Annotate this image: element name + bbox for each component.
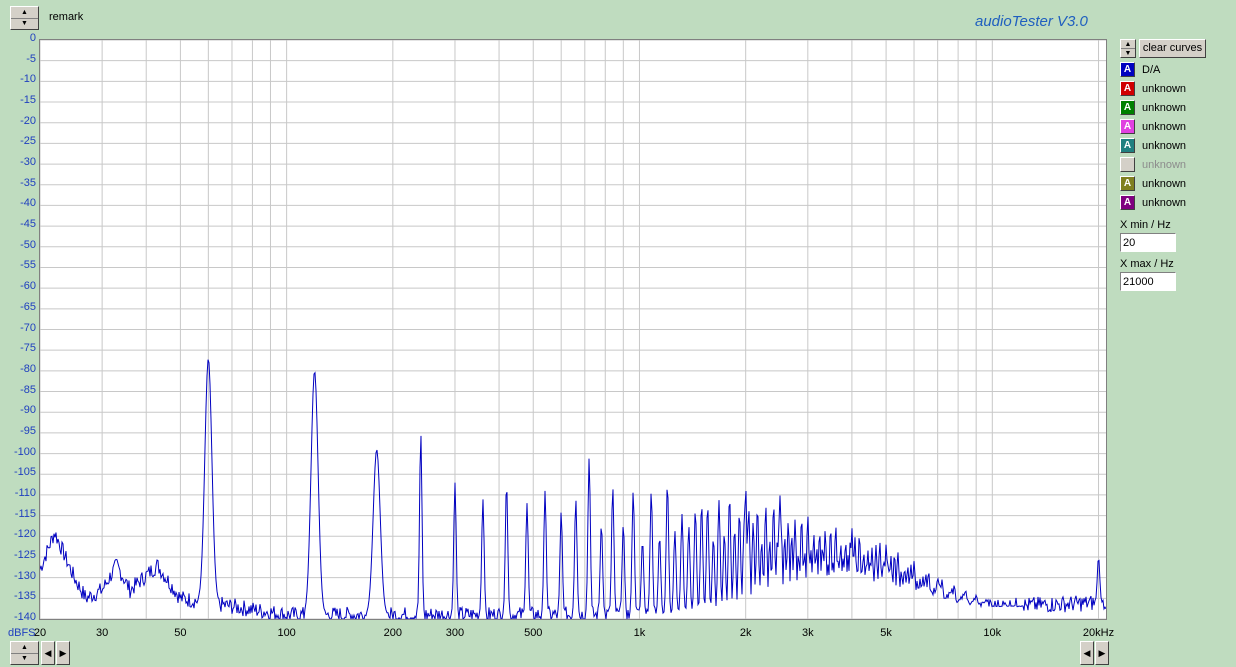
y-unit-label: dBFS (8, 627, 36, 639)
y-tick-label: -60 (20, 280, 36, 293)
channel-label: unknown (1142, 120, 1187, 133)
channel-label: unknown (1142, 158, 1187, 171)
legend-up-icon[interactable]: ▲ (1121, 40, 1135, 48)
y-tick-label: -100 (13, 445, 36, 458)
y-tick-label: -50 (20, 238, 36, 251)
y-tick-label: -40 (20, 197, 36, 210)
x-tick-label: 30 (96, 627, 109, 639)
channel-toggle-button[interactable]: A (1120, 62, 1135, 77)
x-tick-label: 300 (445, 627, 465, 639)
app-brand-title: audioTester V3.0 (975, 13, 1088, 30)
y-tick-label: -5 (26, 52, 36, 65)
x-tick-label: 10k (983, 627, 1002, 639)
x-tick-label: 20kHz (1082, 627, 1115, 639)
legend-row-4[interactable]: Aunknown (1120, 137, 1186, 154)
channel-toggle-button[interactable]: A (1120, 176, 1135, 191)
legend-row-1[interactable]: Aunknown (1120, 80, 1186, 97)
spinner-up-icon[interactable]: ▲ (11, 7, 38, 18)
y-tick-label: -80 (20, 362, 36, 375)
scroll-left-min-button[interactable]: ◀ (41, 641, 55, 665)
y-tick-label: -115 (14, 507, 36, 520)
y-tick-label: -35 (20, 176, 36, 189)
channel-toggle-button[interactable]: A (1120, 119, 1135, 134)
channel-label: unknown (1142, 82, 1187, 95)
y-tick-label: -135 (13, 590, 36, 603)
y-tick-label: -90 (20, 404, 36, 417)
y-tick-label: -130 (13, 569, 36, 582)
legend-down-icon[interactable]: ▼ (1121, 48, 1135, 57)
y-tick-label: -120 (13, 528, 36, 541)
y-tick-label: -125 (13, 548, 36, 561)
channel-toggle-button[interactable]: A (1120, 195, 1135, 210)
bottom-left-spinner[interactable]: ▲ ▼ (10, 641, 39, 665)
bottom-spinner-up-icon[interactable]: ▲ (11, 642, 38, 653)
spectrum-trace-d-a (40, 359, 1106, 619)
spectrum-chart (40, 40, 1106, 619)
channel-toggle-button[interactable]: A (1120, 100, 1135, 115)
scroll-right-min-button[interactable]: ▶ (56, 641, 70, 665)
y-tick-label: -85 (20, 383, 36, 396)
remark-label: remark (49, 11, 84, 23)
legend-row-3[interactable]: Aunknown (1120, 118, 1186, 135)
legend-spinner[interactable]: ▲ ▼ (1120, 39, 1136, 58)
x-tick-label: 3k (802, 627, 814, 639)
y-tick-label: -75 (20, 342, 36, 355)
legend-row-2[interactable]: Aunknown (1120, 99, 1186, 116)
remark-spinner[interactable]: ▲ ▼ (10, 6, 39, 30)
channel-label: unknown (1142, 101, 1187, 114)
y-tick-label: -30 (20, 156, 36, 169)
bottom-spinner-down-icon[interactable]: ▼ (11, 652, 38, 665)
scroll-right-max-button[interactable]: ▶ (1095, 641, 1109, 665)
clear-curves-button[interactable]: clear curves (1139, 39, 1206, 58)
y-tick-label: -65 (20, 300, 36, 313)
y-tick-label: 0 (29, 32, 36, 44)
y-tick-label: -55 (20, 259, 36, 272)
legend-row-6[interactable]: Aunknown (1120, 175, 1186, 192)
y-tick-label: -20 (20, 114, 36, 127)
channel-toggle-button[interactable]: A (1120, 138, 1135, 153)
channel-label: unknown (1142, 177, 1187, 190)
y-tick-label: -95 (20, 424, 36, 437)
y-tick-label: -25 (20, 135, 36, 148)
channel-toggle-button[interactable] (1120, 157, 1135, 172)
y-tick-label: -10 (20, 73, 36, 86)
x-tick-label: 20 (33, 627, 47, 639)
x-max-label: X max / Hz (1120, 258, 1174, 270)
x-max-input[interactable] (1120, 272, 1176, 291)
y-tick-label: -110 (14, 486, 36, 499)
scroll-left-max-button[interactable]: ◀ (1080, 641, 1094, 665)
x-tick-label: 5k (880, 627, 892, 639)
legend-row-7[interactable]: Aunknown (1120, 194, 1186, 211)
x-tick-label: 2k (739, 627, 752, 639)
x-tick-label: 50 (174, 627, 187, 639)
x-tick-label: 1k (633, 627, 646, 639)
y-tick-label: -140 (13, 611, 36, 623)
y-tick-label: -15 (20, 94, 36, 107)
y-tick-label: -45 (20, 218, 36, 231)
x-min-input[interactable] (1120, 233, 1176, 252)
channel-label: unknown (1142, 196, 1187, 209)
x-tick-label: 200 (383, 627, 403, 639)
spectrum-plot[interactable] (39, 39, 1107, 620)
y-tick-label: -70 (20, 321, 36, 334)
legend-row-0[interactable]: A D/A (1120, 61, 1160, 78)
x-min-label: X min / Hz (1120, 219, 1171, 231)
spinner-down-icon[interactable]: ▼ (11, 17, 38, 30)
x-tick-label: 100 (277, 627, 296, 639)
channel-label: unknown (1142, 139, 1187, 152)
channel-toggle-button[interactable]: A (1120, 81, 1135, 96)
y-tick-label: -105 (13, 466, 36, 479)
legend-row-5[interactable]: unknown (1120, 156, 1186, 173)
x-tick-label: 500 (524, 627, 543, 639)
channel-label: D/A (1142, 63, 1161, 76)
